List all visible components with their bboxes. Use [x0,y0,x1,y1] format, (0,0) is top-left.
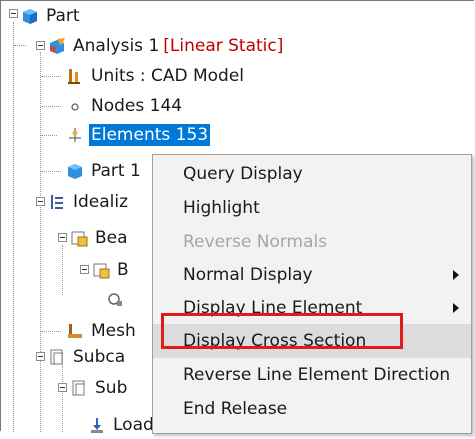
tree-connector [62,245,63,295]
collapse-toggle[interactable] [80,265,89,274]
submenu-arrow-icon [453,270,459,280]
mesh-icon [66,322,84,340]
collapse-toggle[interactable] [58,233,67,242]
collapse-toggle[interactable] [9,9,18,18]
tree-connector [13,22,14,432]
menu-item-label: Reverse Line Element Direction [183,365,451,385]
part-cube-icon [21,7,39,25]
menu-item-label: Highlight [183,198,260,218]
subcase-label: Subca [73,347,126,367]
nodes-label: Nodes 144 [91,96,183,116]
submenu-arrow-icon [453,303,459,313]
tree-item-elements[interactable]: Elements 153 [66,122,211,148]
beam-sub-label: B [117,260,129,280]
menu-item-label: Reverse Normals [183,232,328,252]
menu-item-label: Normal Display [183,265,313,285]
tree-item-section[interactable] [106,286,129,312]
menu-item-label: End Release [183,399,288,419]
collapse-toggle[interactable] [36,352,45,361]
analysis-icon [48,37,66,55]
idealization-icon [48,193,66,211]
annotation-highlight-box [161,313,403,349]
menu-item-label: Query Display [183,164,303,184]
subcase-icon [48,348,66,366]
idealization-label: Idealiz [73,192,129,212]
menu-item-highlight[interactable]: Highlight [153,191,471,225]
tree-connector [40,52,41,432]
menu-item-normal-display[interactable]: Normal Display [153,258,471,292]
section-icon [106,290,124,308]
tree-item-mesh[interactable]: Mesh [66,318,138,344]
sub-label: Sub [95,378,128,398]
units-icon [66,67,84,85]
tree-item-idealization[interactable]: Idealiz [48,189,130,215]
loads-icon [88,416,106,434]
units-label: Units : CAD Model [91,66,245,86]
tree-item-part[interactable]: Part [21,3,82,29]
beam-property-icon [92,261,110,279]
menu-item-reverse-line-element-direction[interactable]: Reverse Line Element Direction [153,358,471,392]
part1-label: Part 1 [91,161,141,181]
tree-connector [41,106,61,107]
mesh-label: Mesh [91,321,136,341]
menu-item-end-release[interactable]: End Release [153,392,471,426]
tree-item-subcase[interactable]: Subca [48,344,127,370]
context-menu: Query Display Highlight Reverse Normals … [152,154,472,434]
part-label: Part [46,6,80,26]
collapse-toggle[interactable] [58,383,67,392]
collapse-toggle[interactable] [36,197,45,206]
tree-connector [41,331,61,332]
menu-item-reverse-normals: Reverse Normals [153,225,471,259]
tree-connector [41,76,61,77]
tree-connector [41,135,57,136]
beam-property-icon [70,229,88,247]
tree-item-nodes[interactable]: Nodes 144 [66,93,184,119]
tree-item-beam-sub[interactable]: B [92,257,131,283]
menu-item-query-display[interactable]: Query Display [153,157,471,191]
subcase-icon [70,379,88,397]
tree-connector [41,171,61,172]
beam-label: Bea [95,228,128,248]
elements-label: Elements 153 [89,124,211,146]
tree-connector [14,45,26,46]
part-cube-icon [66,162,84,180]
analysis-type: [Linear Static] [163,36,284,56]
analysis-label: Analysis 1 [73,36,160,56]
tree-item-analysis[interactable]: Analysis 1 [Linear Static] [48,33,285,59]
tree-item-units[interactable]: Units : CAD Model [66,63,246,89]
tree-item-beam[interactable]: Bea [70,225,130,251]
element-icon [66,126,84,144]
collapse-toggle[interactable] [36,41,45,50]
tree-item-part1[interactable]: Part 1 [66,158,143,184]
tree-item-sub[interactable]: Sub [70,375,129,401]
node-point-icon [66,97,84,115]
